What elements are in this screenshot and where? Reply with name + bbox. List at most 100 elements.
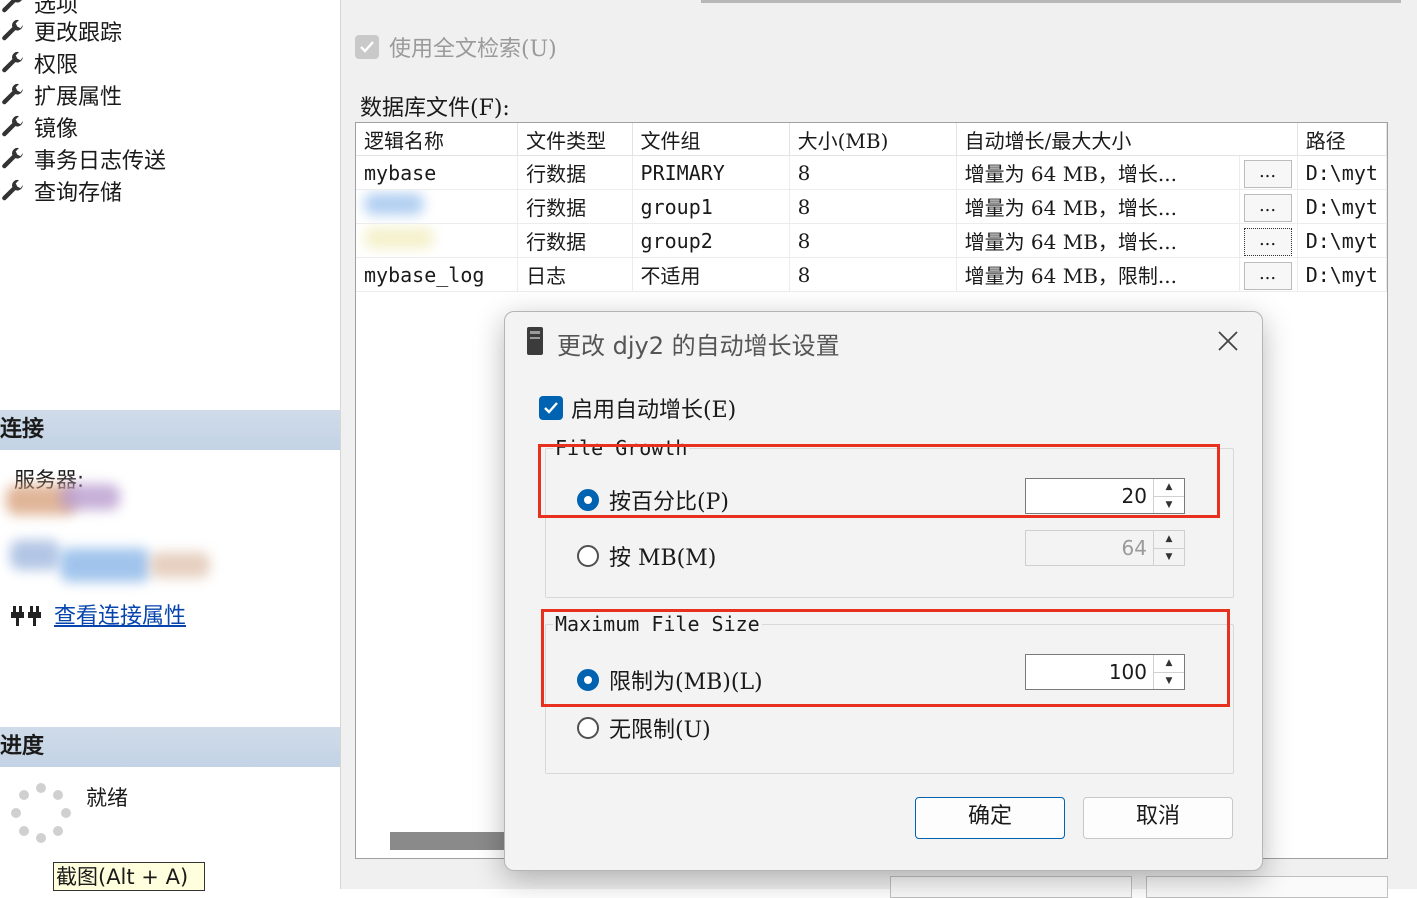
redaction-blur: [364, 193, 424, 215]
nav-item-mirroring[interactable]: 镜像: [0, 112, 78, 142]
nav-item-permissions[interactable]: 权限: [0, 48, 78, 78]
cell-type[interactable]: 日志: [517, 257, 633, 292]
unlimited-radio[interactable]: 无限制(U): [577, 712, 711, 744]
nav-item-label: 扩展属性: [34, 85, 123, 110]
table-row[interactable]: mybase_log 日志 不适用 8 增量为 64 MB，限制... ... …: [356, 257, 1388, 292]
arrow-down-icon[interactable]: ▼: [1154, 549, 1184, 566]
cell-type[interactable]: 行数据: [517, 155, 633, 190]
edit-growth-button[interactable]: ...: [1243, 261, 1292, 290]
arrow-up-icon[interactable]: ▲: [1154, 531, 1184, 549]
redaction-blur: [364, 227, 434, 249]
mb-value[interactable]: 64: [1026, 531, 1153, 565]
cell-group[interactable]: group1: [632, 189, 790, 224]
wrench-icon: [2, 115, 23, 137]
add-button-partial[interactable]: [890, 876, 1132, 898]
nav-item-label: 事务日志传送: [34, 149, 167, 174]
table-row[interactable]: 行数据 group2 8 增量为 64 MB，增长... ... D:\myt: [356, 223, 1388, 258]
cell-growth: 增量为 64 MB，增长...: [956, 155, 1240, 190]
redaction-blur: [60, 548, 150, 582]
redaction-blur: [10, 540, 60, 570]
radio-unselected-icon: [577, 717, 599, 739]
left-pane: 选项 更改跟踪 权限 扩展属性 镜像 事务日志传送 查询存储 连接 服务器: 查…: [0, 0, 340, 891]
database-files-label: 数据库文件(F):: [360, 96, 510, 121]
column-header[interactable]: 逻辑名称: [356, 123, 519, 156]
column-header[interactable]: 路径: [1297, 123, 1388, 156]
stepper-arrows[interactable]: ▲ ▼: [1153, 531, 1184, 565]
screenshot-tooltip: 截图(Alt + A): [53, 862, 205, 891]
nav-item-label: 更改跟踪: [34, 21, 123, 46]
column-header[interactable]: 自动增长/最大大小: [956, 123, 1298, 156]
wrench-icon: [2, 147, 23, 169]
cell-name[interactable]: [356, 223, 519, 258]
by-mb-label: 按 MB(M): [609, 546, 717, 571]
cell-size[interactable]: 8: [789, 189, 957, 224]
cell-size[interactable]: 8: [789, 257, 957, 292]
wrench-icon: [2, 19, 23, 41]
edit-growth-button[interactable]: ...: [1243, 159, 1292, 188]
ok-button[interactable]: 确定: [915, 797, 1065, 839]
cell-name[interactable]: mybase_log: [356, 257, 519, 292]
column-header[interactable]: 文件组: [632, 123, 790, 156]
cell-growth: 增量为 64 MB，限制...: [956, 257, 1240, 292]
wrench-icon: [2, 0, 22, 13]
progress-status: 就绪: [86, 786, 128, 810]
progress-spinner-icon: [11, 783, 71, 843]
wrench-icon: [2, 83, 23, 105]
column-header[interactable]: 文件类型: [517, 123, 633, 156]
table-row[interactable]: mybase 行数据 PRIMARY 8 增量为 64 MB，增长... ...…: [356, 155, 1388, 190]
cell-group[interactable]: 不适用: [632, 257, 790, 292]
enable-autogrowth-label: 启用自动增长(E): [571, 398, 737, 423]
autogrowth-dialog: 更改 djy2 的自动增长设置 启用自动增长(E) File Growth 按百…: [504, 311, 1263, 871]
fulltext-checkbox[interactable]: 使用全文检索(U): [355, 31, 557, 63]
fulltext-label: 使用全文检索(U): [389, 37, 557, 62]
edit-growth-button[interactable]: ...: [1243, 227, 1292, 256]
view-connection-properties[interactable]: 查看连接属性: [10, 598, 186, 630]
nav-item-extended-properties[interactable]: 扩展属性: [0, 80, 122, 110]
redaction-blur: [60, 484, 120, 510]
cell-path[interactable]: D:\myt: [1297, 155, 1388, 190]
cell-type[interactable]: 行数据: [517, 223, 633, 258]
cell-path[interactable]: D:\myt: [1297, 257, 1388, 292]
nav-item-log-shipping[interactable]: 事务日志传送: [0, 144, 166, 174]
close-icon[interactable]: [1217, 330, 1239, 352]
files-table: 逻辑名称 文件类型 文件组 大小(MB) 自动增长/最大大小 路径 mybase…: [356, 123, 1388, 292]
cell-name[interactable]: mybase: [356, 155, 519, 190]
cell-path[interactable]: D:\myt: [1297, 189, 1388, 224]
redaction-blur: [150, 552, 210, 578]
cell-group[interactable]: PRIMARY: [632, 155, 790, 190]
cell-size[interactable]: 8: [789, 223, 957, 258]
mb-stepper[interactable]: 64 ▲ ▼: [1025, 530, 1185, 566]
cancel-button[interactable]: 取消: [1083, 797, 1233, 839]
database-file-icon: [527, 327, 543, 355]
view-connection-link[interactable]: 查看连接属性: [54, 598, 186, 630]
nav-item-label: 权限: [34, 53, 79, 78]
check-icon: [539, 396, 563, 420]
nav-item-query-store[interactable]: 查询存储: [0, 176, 122, 206]
nav-item-label: 查询存储: [34, 181, 123, 206]
remove-button-partial[interactable]: [1146, 876, 1388, 898]
plug-icon: [11, 606, 41, 626]
cell-size[interactable]: 8: [789, 155, 957, 190]
cell-growth: 增量为 64 MB，增长...: [956, 189, 1240, 224]
unlimited-label: 无限制(U): [609, 718, 711, 743]
table-row[interactable]: 行数据 group1 8 增量为 64 MB，增长... ... D:\myt: [356, 189, 1388, 224]
edit-growth-button[interactable]: ...: [1243, 193, 1292, 222]
wrench-icon: [2, 179, 23, 201]
cell-type[interactable]: 行数据: [517, 189, 633, 224]
nav-item-label: 镜像: [34, 117, 79, 142]
cell-name[interactable]: [356, 189, 519, 224]
check-icon: [355, 35, 379, 59]
progress-header: 进度: [0, 727, 340, 767]
by-mb-radio[interactable]: 按 MB(M): [577, 540, 716, 572]
cell-path[interactable]: D:\myt: [1297, 223, 1388, 258]
annotation-highlight-box: [538, 444, 1220, 518]
top-input-border: [701, 0, 1401, 3]
nav-item-change-tracking[interactable]: 更改跟踪: [0, 16, 122, 46]
radio-unselected-icon: [577, 545, 599, 567]
enable-autogrowth-checkbox[interactable]: 启用自动增长(E): [539, 392, 736, 424]
column-header[interactable]: 大小(MB): [789, 123, 957, 156]
cell-group[interactable]: group2: [632, 223, 790, 258]
connection-header: 连接: [0, 410, 340, 450]
table-header-row: 逻辑名称 文件类型 文件组 大小(MB) 自动增长/最大大小 路径: [356, 123, 1388, 156]
wrench-icon: [2, 51, 23, 73]
